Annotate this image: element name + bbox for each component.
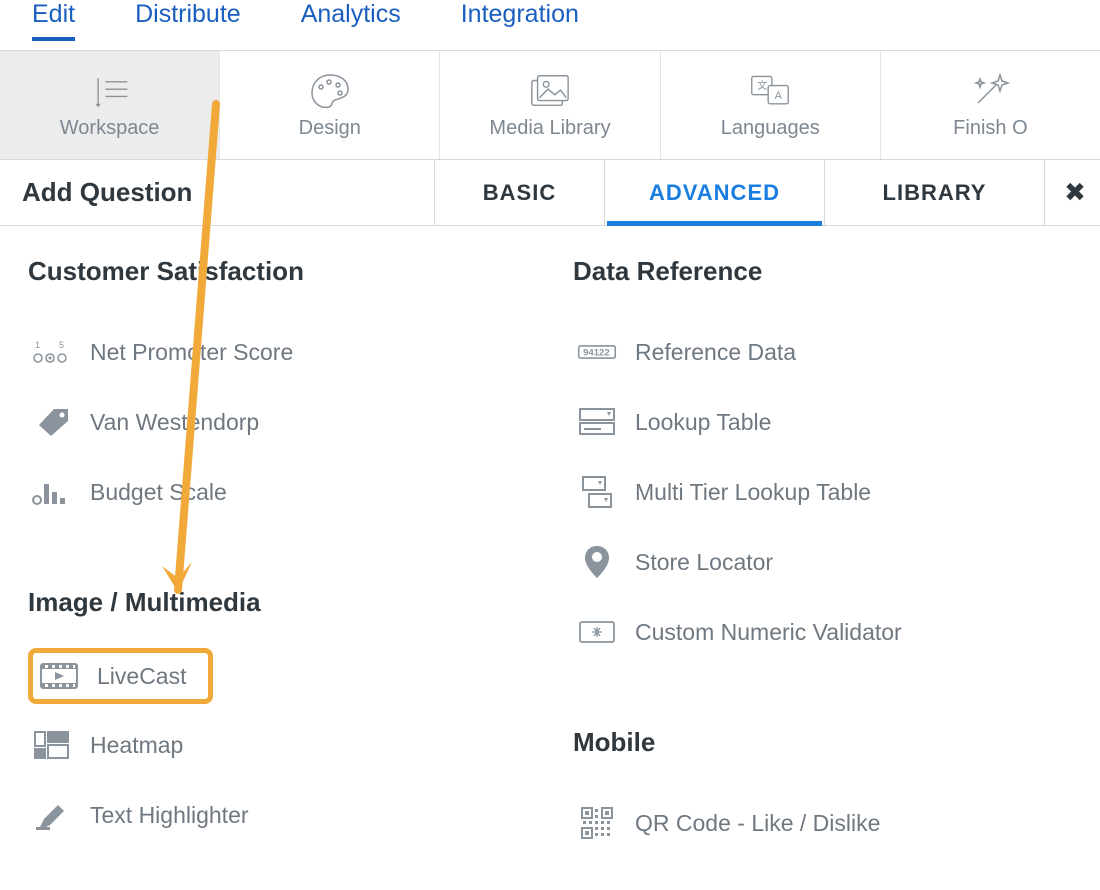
question-label: Lookup Table <box>635 409 771 436</box>
film-icon <box>39 659 79 693</box>
nav-analytics[interactable]: Analytics <box>301 0 401 37</box>
question-lookup-table[interactable]: Lookup Table <box>573 387 1078 457</box>
tab-library[interactable]: LIBRARY <box>825 160 1045 225</box>
tab-basic[interactable]: BASIC <box>435 160 605 225</box>
category-heading-customer-satisfaction: Customer Satisfaction <box>28 256 533 287</box>
image-icon <box>529 71 571 111</box>
toolbar-languages[interactable]: 文 A Languages <box>661 51 881 159</box>
tab-advanced[interactable]: ADVANCED <box>605 160 825 225</box>
question-livecast[interactable]: LiveCast <box>28 648 213 704</box>
question-reference-data[interactable]: 94122 Reference Data <box>573 317 1078 387</box>
question-nps[interactable]: 15 Net Promoter Score <box>28 317 533 387</box>
question-label: Text Highlighter <box>90 802 249 829</box>
toolbar-media-library[interactable]: Media Library <box>440 51 660 159</box>
toolbar-label: Finish O <box>953 117 1027 140</box>
question-heatmap[interactable]: Heatmap <box>28 710 533 780</box>
close-panel-button[interactable]: ✖ <box>1045 160 1100 225</box>
question-text-highlighter[interactable]: Text Highlighter <box>28 780 533 850</box>
left-column: Customer Satisfaction 15 Net Promoter Sc… <box>28 256 533 858</box>
svg-text:1: 1 <box>35 340 40 350</box>
close-icon: ✖ <box>1064 177 1086 208</box>
nav-edit[interactable]: Edit <box>32 0 75 41</box>
tag-icon <box>32 405 72 439</box>
toolbar-design[interactable]: Design <box>220 51 440 159</box>
toolbar-finish[interactable]: Finish O <box>881 51 1100 159</box>
zip-icon: 94122 <box>577 335 617 369</box>
toolbar-label: Design <box>299 117 361 140</box>
question-label: QR Code - Like / Dislike <box>635 810 880 837</box>
workspace-icon <box>89 71 131 111</box>
question-label: Custom Numeric Validator <box>635 619 902 646</box>
svg-text:文: 文 <box>757 79 767 92</box>
svg-text:5: 5 <box>59 340 64 350</box>
multitier-icon <box>577 475 617 509</box>
question-label: Store Locator <box>635 549 773 576</box>
toolbar: Workspace Design Media Library 文 A <box>0 50 1100 160</box>
lookup-icon <box>577 405 617 439</box>
question-categories: Customer Satisfaction 15 Net Promoter Sc… <box>0 226 1100 858</box>
numeric-icon <box>577 615 617 649</box>
qr-icon <box>577 806 617 840</box>
question-label: LiveCast <box>97 663 186 690</box>
category-heading-mobile: Mobile <box>573 727 1078 758</box>
question-label: Reference Data <box>635 339 796 366</box>
toolbar-label: Workspace <box>60 117 160 140</box>
question-multi-tier-lookup[interactable]: Multi Tier Lookup Table <box>573 457 1078 527</box>
question-label: Multi Tier Lookup Table <box>635 479 871 506</box>
palette-icon <box>309 71 351 111</box>
pin-icon <box>577 545 617 579</box>
question-label: Budget Scale <box>90 479 227 506</box>
nps-icon: 15 <box>32 335 72 369</box>
toolbar-label: Languages <box>721 117 820 140</box>
question-label: Van Westendorp <box>90 409 259 436</box>
question-label: Heatmap <box>90 732 183 759</box>
wand-icon <box>969 71 1011 111</box>
question-label: Net Promoter Score <box>90 339 293 366</box>
tab-row: Add Question BASIC ADVANCED LIBRARY ✖ <box>0 160 1100 226</box>
question-qr-like-dislike[interactable]: QR Code - Like / Dislike <box>573 788 1078 858</box>
panel-title: Add Question <box>0 160 435 225</box>
question-van-westendorp[interactable]: Van Westendorp <box>28 387 533 457</box>
question-store-locator[interactable]: Store Locator <box>573 527 1078 597</box>
translate-icon: 文 A <box>749 71 791 111</box>
toolbar-label: Media Library <box>489 117 610 140</box>
highlighter-icon <box>32 798 72 832</box>
svg-text:A: A <box>775 90 783 102</box>
bars-icon <box>32 475 72 509</box>
right-column: Data Reference 94122 Reference Data Look… <box>573 256 1078 858</box>
category-heading-data-reference: Data Reference <box>573 256 1078 287</box>
top-nav: Edit Distribute Analytics Integration <box>0 0 1100 50</box>
svg-text:94122: 94122 <box>583 347 610 358</box>
nav-integration[interactable]: Integration <box>461 0 579 37</box>
heatmap-icon <box>32 728 72 762</box>
question-custom-numeric-validator[interactable]: Custom Numeric Validator <box>573 597 1078 667</box>
question-budget-scale[interactable]: Budget Scale <box>28 457 533 527</box>
nav-distribute[interactable]: Distribute <box>135 0 241 37</box>
toolbar-workspace[interactable]: Workspace <box>0 51 220 159</box>
category-heading-image-multimedia: Image / Multimedia <box>28 587 533 618</box>
